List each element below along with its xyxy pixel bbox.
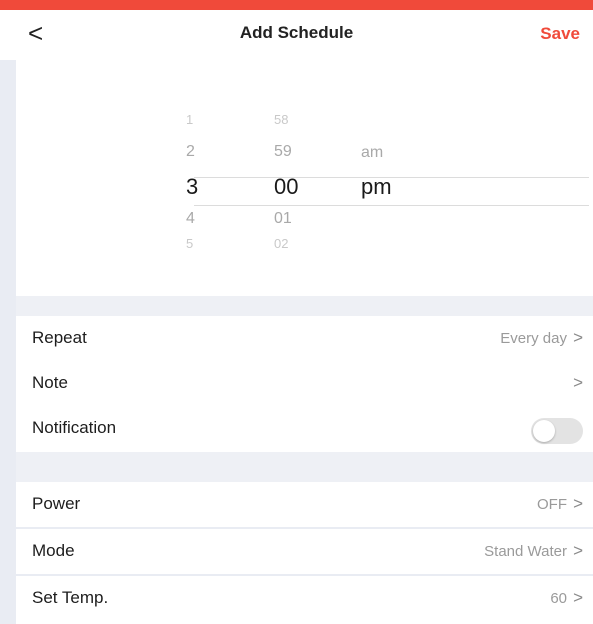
notification-row: Notification [16,406,593,452]
chevron-right-icon: > [573,588,583,607]
power-label: Power [32,494,81,513]
minute-option[interactable]: 02 [274,236,288,251]
minute-option[interactable]: 01 [274,210,292,228]
toggle-knob [533,420,555,442]
picker-divider [194,177,589,178]
section-gap [16,452,593,482]
power-value: OFF [537,496,567,513]
chevron-right-icon: > [573,541,583,560]
notification-toggle[interactable] [531,418,583,444]
repeat-value: Every day [500,330,567,347]
repeat-row[interactable]: Repeat Every day > [16,316,593,361]
hour-option[interactable]: 1 [186,112,193,127]
page-title: Add Schedule [239,23,354,42]
mode-label: Mode [32,541,75,560]
note-label: Note [32,373,68,392]
minute-option[interactable]: 58 [274,112,288,127]
set-temp-label: Set Temp. [32,588,109,607]
set-temp-value: 60 [550,590,567,607]
status-accent-bar [0,0,593,10]
header-bar: < Add Schedule Save [0,10,593,60]
power-row[interactable]: Power OFF > [16,482,593,527]
chevron-right-icon: > [573,494,583,513]
save-button[interactable]: Save [540,24,580,44]
mode-row[interactable]: Mode Stand Water > [16,529,593,574]
hour-option[interactable]: 5 [186,236,193,251]
chevron-right-icon: > [573,328,583,347]
chevron-right-icon: > [573,373,583,392]
note-row[interactable]: Note > [16,361,593,406]
minute-option[interactable]: 59 [274,143,292,161]
section-gap [16,296,593,316]
mode-value: Stand Water [484,543,567,560]
set-temp-row[interactable]: Set Temp. 60 > [16,576,593,624]
picker-divider [194,205,589,206]
time-picker[interactable]: 1 2 3 4 5 58 59 00 01 02 am pm [16,60,593,296]
period-option[interactable]: am [361,144,383,162]
hour-option[interactable]: 4 [186,210,195,228]
notification-label: Notification [32,418,117,437]
hour-option[interactable]: 2 [186,143,195,161]
repeat-label: Repeat [32,328,87,347]
